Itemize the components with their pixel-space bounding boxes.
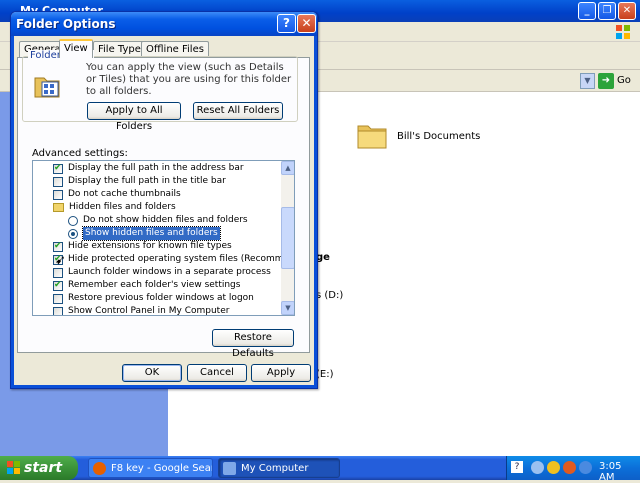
list-item[interactable]: Do not cache thumbnails bbox=[53, 188, 181, 201]
dialog-frame bbox=[11, 36, 14, 388]
reset-all-folders-button[interactable]: Reset All Folders bbox=[193, 102, 283, 120]
list-item-label: Do not show hidden files and folders bbox=[83, 215, 248, 225]
scroll-thumb[interactable] bbox=[281, 207, 294, 269]
folder-views-icon bbox=[34, 77, 60, 98]
start-label: start bbox=[24, 460, 63, 476]
list-item-label: Restore previous folder windows at logon bbox=[68, 293, 254, 303]
list-item[interactable]: Show Control Panel in My Computer bbox=[53, 305, 230, 316]
folder-icon[interactable] bbox=[356, 120, 388, 150]
list-item-label: Hidden files and folders bbox=[69, 202, 176, 212]
mouse-cursor-icon: ➹ bbox=[55, 253, 66, 268]
list-item-label: Remember each folder's view settings bbox=[68, 280, 241, 290]
list-item-label: Do not cache thumbnails bbox=[68, 189, 181, 199]
system-tray: ? 3:05 AM bbox=[506, 456, 640, 483]
checkbox[interactable] bbox=[53, 240, 63, 253]
list-item-label: Show hidden files and folders bbox=[82, 226, 221, 241]
apply-to-all-folders-button[interactable]: Apply to All Folders bbox=[87, 102, 181, 132]
network-icon[interactable] bbox=[531, 461, 544, 474]
section-header-fragment: ge bbox=[316, 252, 330, 263]
go-label[interactable]: Go bbox=[617, 75, 631, 86]
help-button[interactable]: ? bbox=[277, 14, 296, 33]
list-item[interactable]: Launch folder windows in a separate proc… bbox=[53, 266, 271, 279]
start-button[interactable]: start bbox=[0, 456, 78, 480]
go-arrow-icon[interactable]: ➜ bbox=[598, 73, 614, 89]
checkbox[interactable] bbox=[53, 306, 63, 315]
help-tray-icon[interactable]: ? bbox=[511, 461, 523, 473]
taskbar-item-my-computer[interactable]: My Computer bbox=[218, 458, 340, 478]
dialog-title: Folder Options bbox=[16, 17, 116, 31]
windows-flag-icon bbox=[616, 25, 630, 39]
list-item-label: Hide protected operating system files (R… bbox=[68, 254, 295, 264]
address-dropdown-icon[interactable]: ▼ bbox=[580, 73, 595, 89]
checkbox[interactable] bbox=[53, 162, 63, 175]
list-item[interactable]: Hide protected operating system files (R… bbox=[53, 253, 295, 266]
folder-views-description: You can apply the view (such as Details … bbox=[86, 62, 292, 97]
list-item[interactable]: Restore previous folder windows at logon bbox=[53, 292, 254, 305]
maximize-button[interactable]: ❐ bbox=[598, 2, 616, 20]
drive-label-fragment[interactable]: (E:) bbox=[316, 369, 334, 380]
taskbar-item-firefox[interactable]: F8 key - Google Sear... bbox=[88, 458, 213, 478]
list-item[interactable]: Show hidden files and folders bbox=[68, 226, 221, 241]
folder-icon bbox=[53, 203, 64, 212]
list-item-label: Hide extensions for known file types bbox=[68, 241, 232, 251]
taskbar-item-label: My Computer bbox=[241, 463, 309, 474]
volume-icon[interactable] bbox=[579, 461, 592, 474]
taskbar-item-label: F8 key - Google Sear... bbox=[111, 463, 213, 474]
folder-label[interactable]: Bill's Documents bbox=[397, 131, 480, 142]
list-item[interactable]: Display the full path in the address bar bbox=[53, 162, 244, 175]
list-item-label: Display the full path in the address bar bbox=[68, 163, 244, 173]
scroll-down-icon[interactable]: ▼ bbox=[281, 301, 294, 315]
list-item: Hidden files and folders bbox=[53, 201, 176, 214]
security-shield-icon[interactable] bbox=[547, 461, 560, 474]
radio-button[interactable] bbox=[68, 228, 78, 239]
firefox-icon bbox=[93, 462, 106, 475]
checkbox[interactable] bbox=[53, 279, 63, 292]
apply-button[interactable]: Apply bbox=[251, 364, 311, 382]
dialog-titlebar[interactable]: Folder Options ? ✕ bbox=[11, 12, 317, 36]
ok-button[interactable]: OK bbox=[122, 364, 182, 382]
list-item[interactable]: Display the full path in the title bar bbox=[53, 175, 226, 188]
dialog-frame bbox=[314, 36, 317, 388]
antivirus-icon[interactable] bbox=[563, 461, 576, 474]
dialog-close-button[interactable]: ✕ bbox=[297, 14, 316, 33]
checkbox[interactable] bbox=[53, 293, 63, 304]
tab-view[interactable]: View bbox=[59, 39, 93, 58]
cancel-button[interactable]: Cancel bbox=[187, 364, 247, 382]
radio-button[interactable] bbox=[68, 215, 78, 226]
list-item-label: Display the full path in the title bar bbox=[68, 176, 226, 186]
list-item-label: Launch folder windows in a separate proc… bbox=[68, 267, 271, 277]
advanced-settings-list[interactable]: Display the full path in the address bar… bbox=[32, 160, 295, 316]
checkbox[interactable] bbox=[53, 189, 63, 200]
tab-offline-files[interactable]: Offline Files bbox=[141, 41, 209, 57]
drive-label-fragment[interactable]: s (D:) bbox=[316, 290, 343, 301]
windows-logo-icon bbox=[7, 461, 20, 474]
scroll-up-icon[interactable]: ▲ bbox=[281, 161, 294, 175]
dialog-frame bbox=[11, 385, 317, 388]
minimize-button[interactable]: _ bbox=[578, 2, 596, 20]
checkbox[interactable] bbox=[53, 267, 63, 278]
advanced-settings-label: Advanced settings: bbox=[32, 148, 128, 159]
list-scrollbar[interactable]: ▲ ▼ bbox=[281, 161, 294, 315]
close-window-button[interactable]: ✕ bbox=[618, 2, 636, 20]
list-item[interactable]: Hide extensions for known file types bbox=[53, 240, 232, 253]
checkbox[interactable] bbox=[53, 176, 63, 187]
list-item[interactable]: Remember each folder's view settings bbox=[53, 279, 240, 292]
list-item-label: Show Control Panel in My Computer bbox=[68, 306, 230, 316]
list-item[interactable]: Do not show hidden files and folders bbox=[68, 214, 248, 227]
computer-icon bbox=[223, 462, 236, 475]
restore-defaults-button[interactable]: Restore Defaults bbox=[212, 329, 294, 359]
taskbar: start F8 key - Google Sear... My Compute… bbox=[0, 456, 640, 483]
